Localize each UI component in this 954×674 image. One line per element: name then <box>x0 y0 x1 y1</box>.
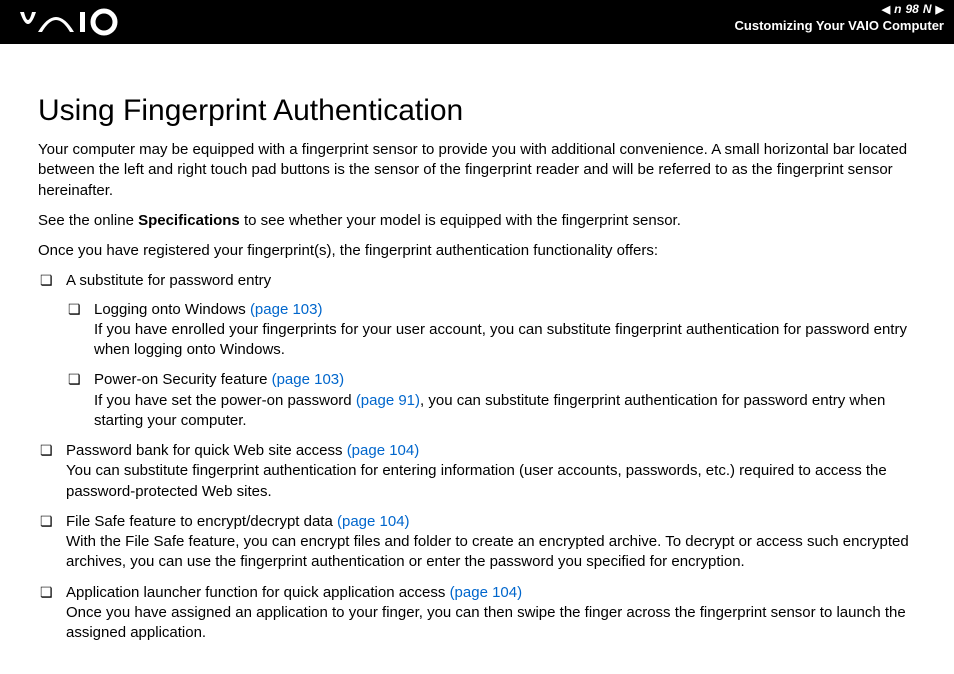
list-item: A substitute for password entry Logging … <box>38 271 922 431</box>
item-title: A substitute for password entry <box>66 272 271 289</box>
item-body: Once you have assigned an application to… <box>66 604 906 641</box>
list-item: Logging onto Windows (page 103) If you h… <box>66 300 922 361</box>
item-body: With the File Safe feature, you can encr… <box>66 533 909 570</box>
page-nav: ◀ n 98 N ▶ Customizing Your VAIO Compute… <box>735 2 944 33</box>
text: See the online <box>38 212 138 229</box>
header-bar: ◀ n 98 N ▶ Customizing Your VAIO Compute… <box>0 0 954 44</box>
list-item: File Safe feature to encrypt/decrypt dat… <box>38 512 922 573</box>
page-link[interactable]: (page 104) <box>347 442 420 459</box>
feature-list: A substitute for password entry Logging … <box>38 271 922 643</box>
intro-paragraph-3: Once you have registered your fingerprin… <box>38 241 922 261</box>
page-title: Using Fingerprint Authentication <box>38 94 922 128</box>
sub-body: If you have set the power-on password <box>94 392 356 409</box>
sub-title: Power-on Security feature <box>94 371 272 388</box>
section-title: Customizing Your VAIO Computer <box>735 18 944 33</box>
specifications-bold: Specifications <box>138 212 240 229</box>
page-link[interactable]: (page 103) <box>272 371 345 388</box>
intro-paragraph-2: See the online Specifications to see whe… <box>38 211 922 231</box>
item-title: File Safe feature to encrypt/decrypt dat… <box>66 513 337 530</box>
page-link[interactable]: (page 104) <box>450 584 523 601</box>
sub-list: Logging onto Windows (page 103) If you h… <box>66 300 922 432</box>
sub-body: If you have enrolled your fingerprints f… <box>94 321 907 358</box>
item-title: Application launcher function for quick … <box>66 584 450 601</box>
next-page-icon[interactable]: ▶ <box>936 3 944 16</box>
page-number: 98 <box>906 2 919 16</box>
page-link[interactable]: (page 104) <box>337 513 410 530</box>
vaio-logo <box>18 8 128 43</box>
list-item: Password bank for quick Web site access … <box>38 441 922 502</box>
N-label: N <box>923 2 932 16</box>
page-content: Using Fingerprint Authentication Your co… <box>0 44 954 643</box>
n-label: n <box>894 2 901 16</box>
text: to see whether your model is equipped wi… <box>240 212 681 229</box>
list-item: Power-on Security feature (page 103) If … <box>66 370 922 431</box>
item-title: Password bank for quick Web site access <box>66 442 347 459</box>
page-link[interactable]: (page 103) <box>250 301 323 318</box>
page-link[interactable]: (page 91) <box>356 392 420 409</box>
list-item: Application launcher function for quick … <box>38 583 922 644</box>
intro-paragraph-1: Your computer may be equipped with a fin… <box>38 140 922 201</box>
prev-page-icon[interactable]: ◀ <box>882 3 890 16</box>
item-body: You can substitute fingerprint authentic… <box>66 462 887 499</box>
sub-title: Logging onto Windows <box>94 301 250 318</box>
